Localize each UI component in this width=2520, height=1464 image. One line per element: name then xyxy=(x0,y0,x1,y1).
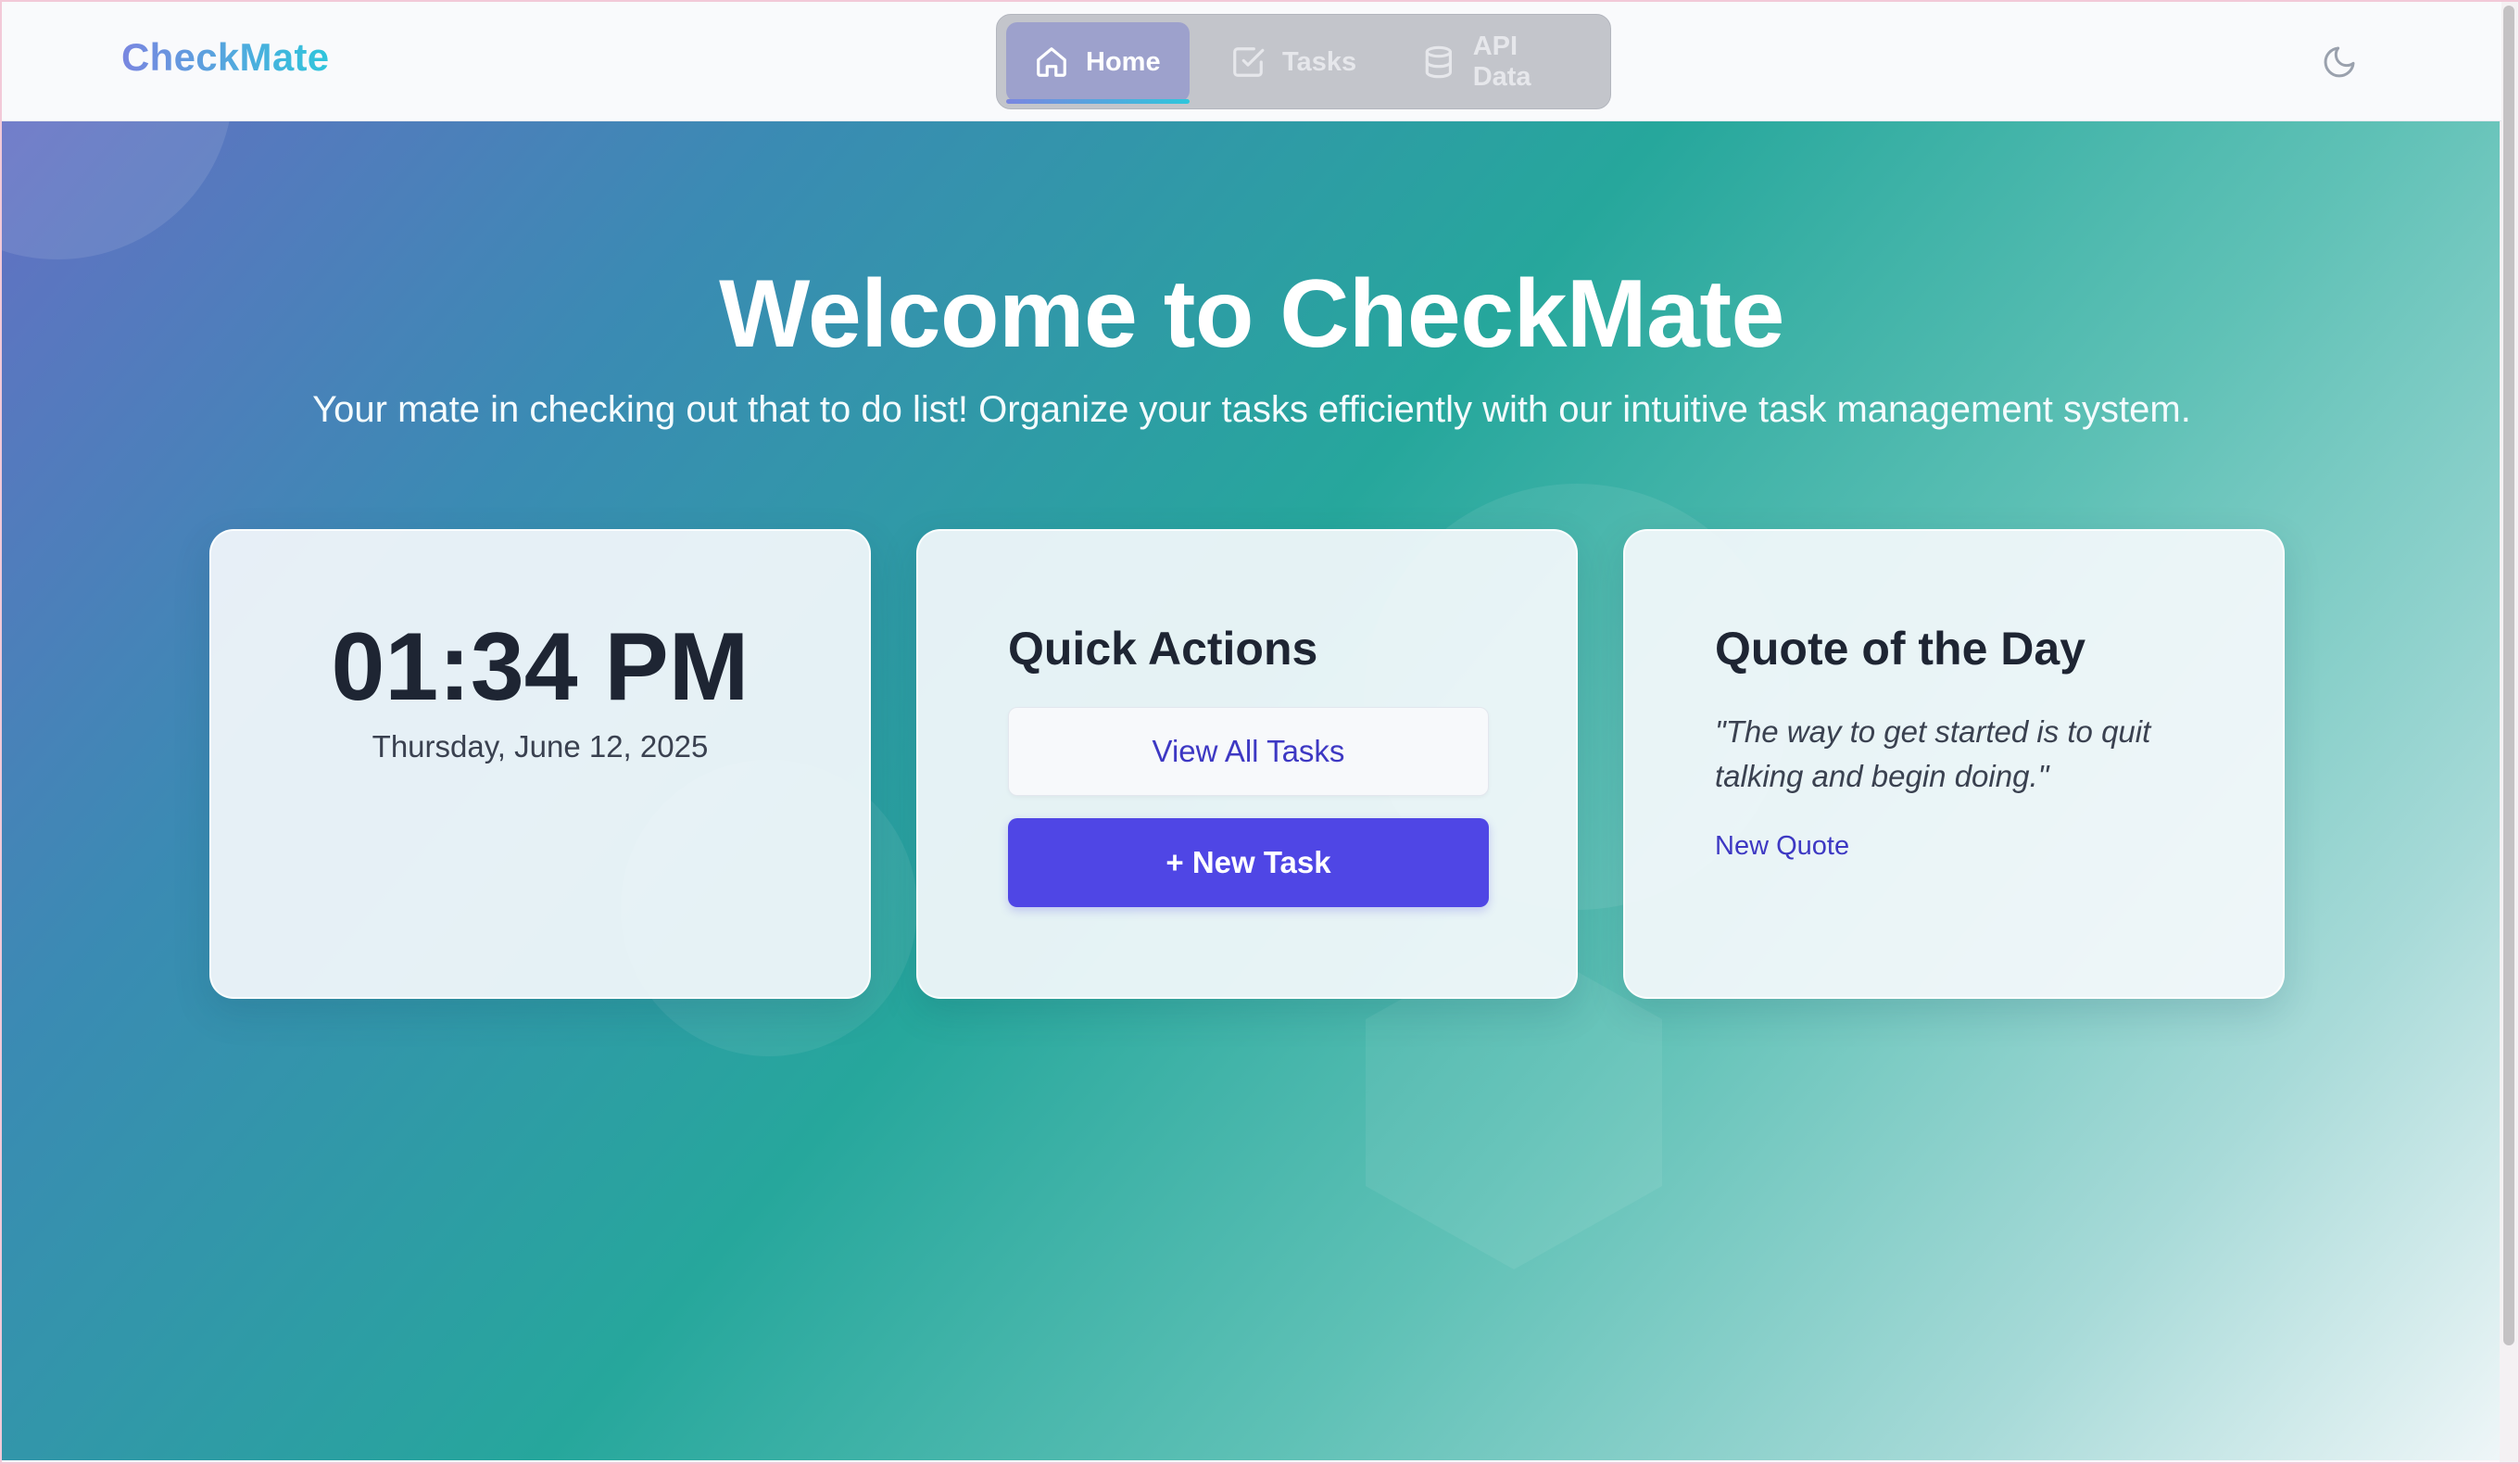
checkbox-icon xyxy=(1233,47,1265,77)
nav-item-label: Tasks xyxy=(1282,46,1357,77)
brand-logo[interactable]: CheckMate xyxy=(121,35,329,80)
app-window: CheckMate Home Tasks API Data Welcome to… xyxy=(0,0,2520,1464)
clock-date: Thursday, June 12, 2025 xyxy=(372,729,709,764)
scrollbar-thumb[interactable] xyxy=(2503,6,2514,1345)
hero-title: Welcome to CheckMate xyxy=(719,260,1784,368)
quote-card: Quote of the Day "The way to get started… xyxy=(1623,529,2285,999)
nav-item-home[interactable]: Home xyxy=(1006,22,1190,104)
quote-title: Quote of the Day xyxy=(1715,623,2086,675)
clock-time: 01:34 PM xyxy=(331,613,750,721)
new-task-button[interactable]: + New Task xyxy=(1008,818,1489,907)
hero-subtitle: Your mate in checking out that to do lis… xyxy=(312,389,2191,430)
nav-item-label: API Data xyxy=(1472,32,1531,92)
quick-actions-card: Quick Actions View All Tasks + New Task xyxy=(916,529,1578,999)
theme-toggle-button[interactable] xyxy=(2318,41,2361,83)
view-all-tasks-button[interactable]: View All Tasks xyxy=(1008,707,1489,796)
home-icon xyxy=(1037,47,1066,77)
new-quote-button[interactable]: New Quote xyxy=(1715,831,1849,862)
nav-item-api-data[interactable]: API Data xyxy=(1393,22,1610,102)
vertical-scrollbar[interactable] xyxy=(2500,2,2518,1462)
moon-icon xyxy=(2324,46,2355,78)
main-nav: Home Tasks API Data xyxy=(996,14,1611,109)
clock-card: 01:34 PM Thursday, June 12, 2025 xyxy=(209,529,871,999)
hero-section: Welcome to CheckMate Your mate in checki… xyxy=(2,120,2501,1460)
nav-item-label: Home xyxy=(1086,46,1161,77)
top-navbar: CheckMate Home Tasks API Data xyxy=(2,2,2501,121)
database-icon xyxy=(1425,45,1452,79)
nav-item-tasks[interactable]: Tasks xyxy=(1203,22,1384,102)
quote-text: "The way to get started is to quit talki… xyxy=(1715,714,2151,793)
decorative-circle xyxy=(2,120,233,259)
quick-actions-title: Quick Actions xyxy=(1008,623,1318,675)
